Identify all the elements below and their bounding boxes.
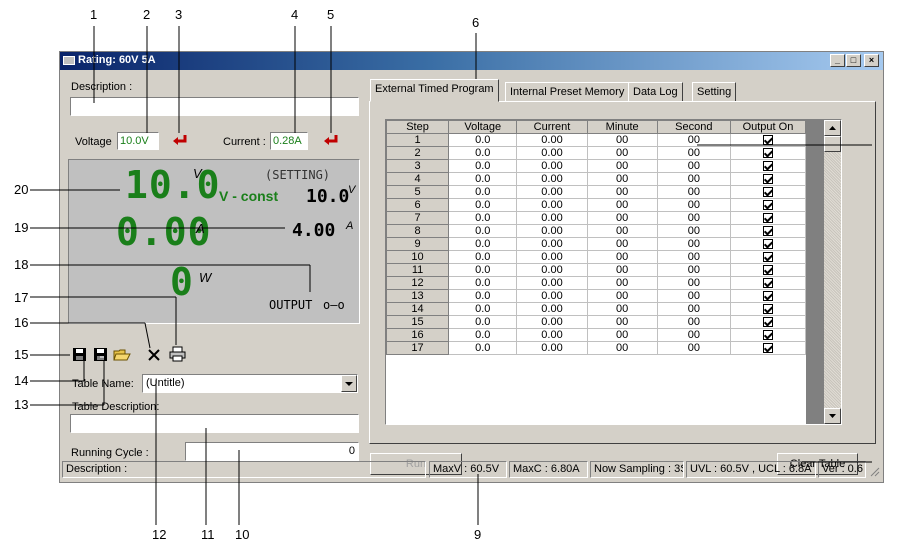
tab-external-timed-program[interactable]: External Timed Program <box>370 79 499 102</box>
leader-16b <box>144 322 151 349</box>
